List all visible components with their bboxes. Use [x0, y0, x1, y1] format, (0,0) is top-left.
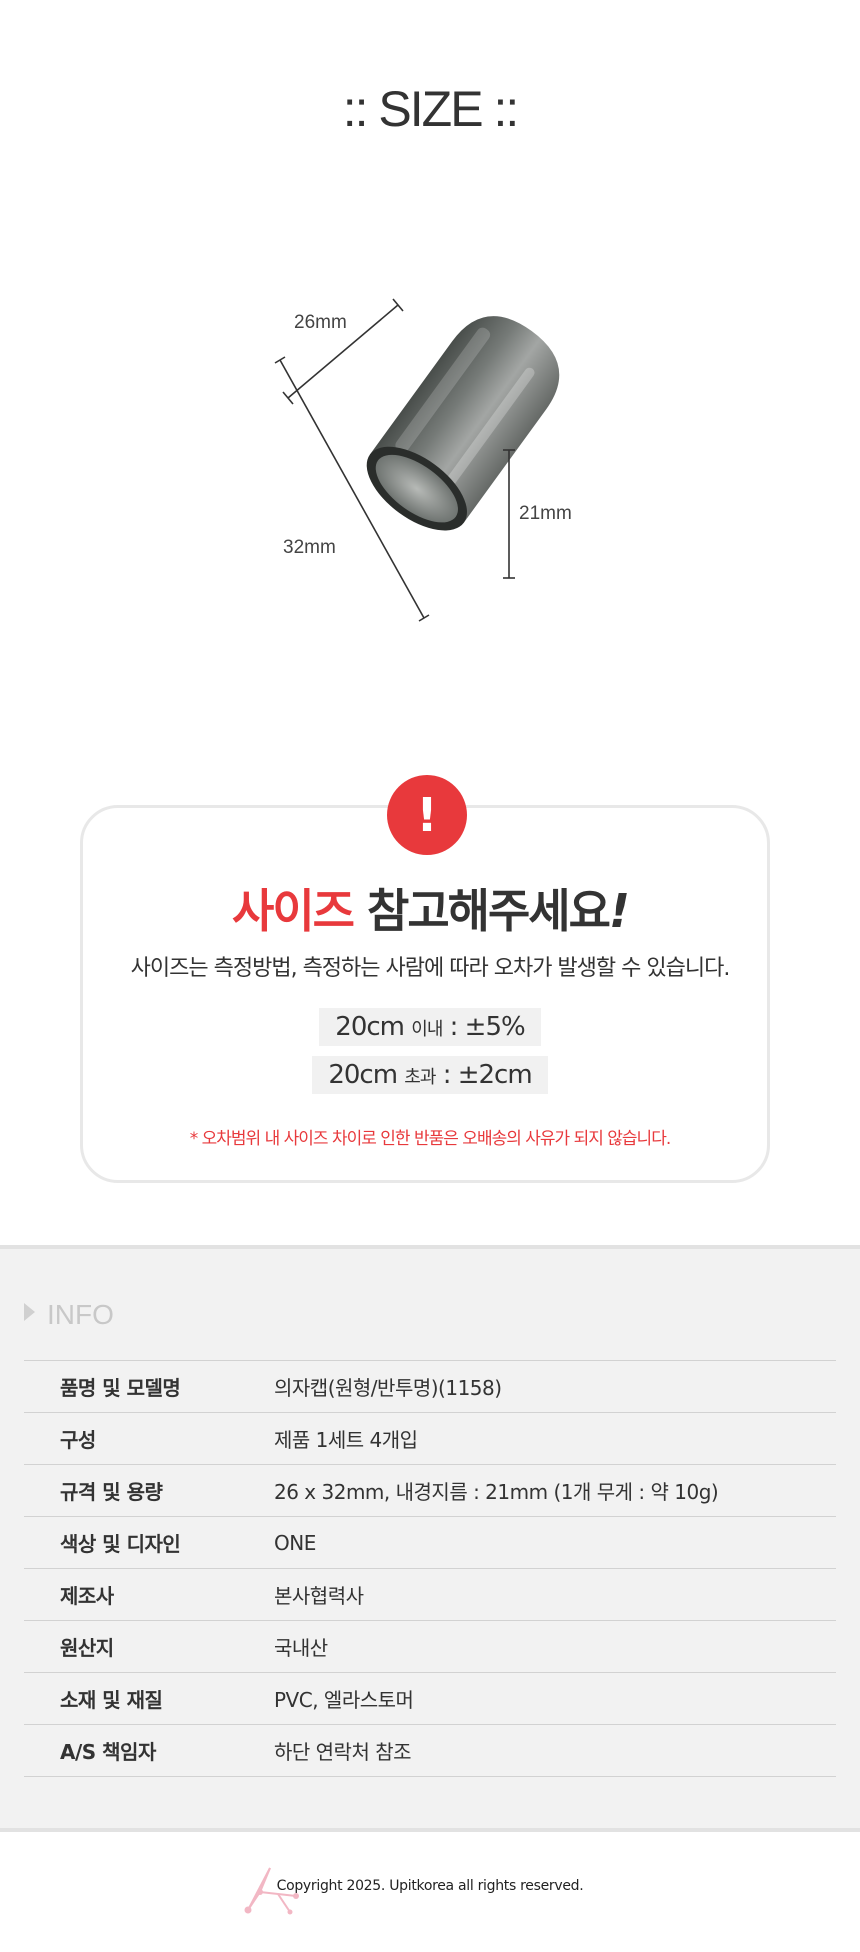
table-row: 소재 및 재질 PVC, 엘라스토머	[24, 1672, 836, 1725]
chair-cap-illustration	[274, 298, 560, 622]
tolerance-chip: 20cm 이내 : ±5%	[319, 1008, 541, 1046]
notice-title: 사이즈 참고해주세요!	[0, 875, 860, 941]
notice-description: 사이즈는 측정방법, 측정하는 사람에 따라 오차가 발생할 수 있습니다.	[130, 956, 731, 981]
copyright-text: Copyright 2025. Upitkorea all rights res…	[276, 1878, 584, 1894]
table-row: 색상 및 디자인 ONE	[24, 1516, 836, 1569]
info-key: 규격 및 용량	[24, 1464, 274, 1517]
info-value: 26 x 32mm, 내경지름 : 21mm (1개 무게 : 약 10g)	[274, 1464, 836, 1517]
info-key: 품명 및 모델명	[24, 1360, 274, 1413]
info-heading-label: INFO	[47, 1299, 114, 1330]
length-label: 32mm	[283, 537, 336, 558]
info-section: INFO 품명 및 모델명 의자캡(원형/반투명)(1158) 구성 제품 1세…	[0, 1245, 860, 1832]
tolerance-row: 20cm 초과 : ±2cm	[0, 1056, 860, 1094]
info-value: 본사협력사	[274, 1568, 836, 1621]
info-value: 하단 연락처 참조	[274, 1724, 836, 1777]
table-row: 품명 및 모델명 의자캡(원형/반투명)(1158)	[24, 1360, 836, 1413]
inner-diameter-label: 21mm	[519, 503, 572, 524]
diameter-label: 26mm	[294, 312, 347, 333]
info-key: 구성	[24, 1412, 274, 1465]
triangle-right-icon	[24, 1303, 35, 1321]
tolerance-chip: 20cm 초과 : ±2cm	[312, 1056, 548, 1094]
info-value: 국내산	[274, 1620, 836, 1673]
tolerance-value: : ±2cm	[442, 1060, 533, 1090]
info-key: 원산지	[24, 1620, 274, 1673]
product-size-diagram: 26mm 32mm 21mm	[0, 280, 860, 660]
info-table: 품명 및 모델명 의자캡(원형/반투명)(1158) 구성 제품 1세트 4개입…	[24, 1360, 836, 1777]
table-row: A/S 책임자 하단 연락처 참조	[24, 1724, 836, 1777]
info-key: 색상 및 디자인	[24, 1516, 274, 1569]
tolerance-condition: 이내	[411, 1019, 443, 1040]
table-row: 제조사 본사협력사	[24, 1568, 836, 1621]
info-value: ONE	[274, 1516, 836, 1569]
notice-title-accent: 사이즈	[232, 884, 355, 938]
notice-warning: * 오차범위 내 사이즈 차이로 인한 반품은 오배송의 사유가 되지 않습니다…	[189, 1129, 672, 1149]
info-value: 제품 1세트 4개입	[274, 1412, 836, 1465]
info-heading: INFO	[24, 1299, 114, 1331]
tolerance-value: : ±5%	[449, 1012, 526, 1042]
table-row: 구성 제품 1세트 4개입	[24, 1412, 836, 1465]
notice-title-rest: 참고해주세요	[367, 884, 611, 938]
table-row: 원산지 국내산	[24, 1620, 836, 1673]
tolerance-size: 20cm	[328, 1060, 398, 1090]
tolerance-condition: 초과	[404, 1067, 436, 1088]
info-key: 소재 및 재질	[24, 1672, 274, 1725]
notice-title-bang: !	[608, 884, 630, 938]
info-value: 의자캡(원형/반투명)(1158)	[274, 1360, 836, 1413]
info-key: 제조사	[24, 1568, 274, 1621]
tolerance-row: 20cm 이내 : ±5%	[0, 1008, 860, 1046]
tolerance-size: 20cm	[335, 1012, 405, 1042]
footer: Copyright 2025. Upitkorea all rights res…	[0, 1832, 860, 1952]
info-value: PVC, 엘라스토머	[274, 1672, 836, 1725]
table-row: 규격 및 용량 26 x 32mm, 내경지름 : 21mm (1개 무게 : …	[24, 1464, 836, 1517]
exclamation-icon: !	[387, 775, 467, 855]
size-title: :: SIZE ::	[342, 81, 519, 137]
info-key: A/S 책임자	[24, 1724, 274, 1777]
